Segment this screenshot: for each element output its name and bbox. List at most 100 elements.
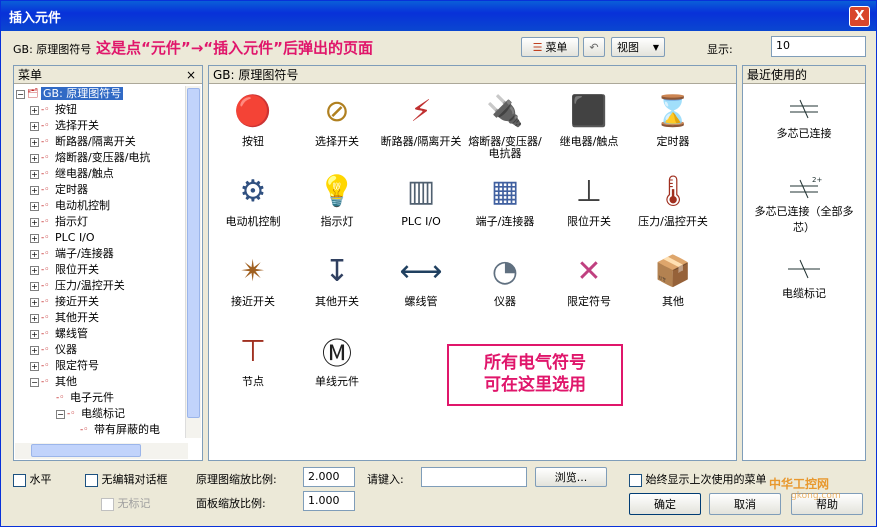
recent-item-label: 多芯已连接（全部多芯） (754, 205, 854, 234)
expand-icon[interactable]: + (30, 121, 39, 131)
expand-icon[interactable]: + (30, 169, 39, 179)
symbol-item[interactable]: ⚙ 电动机控制 (211, 168, 295, 228)
tree-root[interactable]: − 🗂 GB: 原理图符号 (16, 86, 201, 102)
scroll-thumb[interactable] (187, 88, 200, 418)
symbol-icon: Ⓜ (322, 337, 352, 372)
hscroll-thumb[interactable] (31, 444, 141, 457)
tree-item[interactable]: + -◦ 电动机控制 (16, 198, 201, 214)
close-icon[interactable]: × (186, 66, 196, 84)
expand-icon[interactable]: + (30, 185, 39, 195)
symbol-item[interactable]: ✕ 限定符号 (547, 248, 631, 308)
always-show-checkbox[interactable]: 始终显示上次使用的菜单 (629, 471, 767, 487)
tree-item[interactable]: − -◦ 电缆标记 (16, 406, 201, 422)
tree-item[interactable]: + -◦ 选择开关 (16, 118, 201, 134)
tree-item[interactable]: + -◦ 限位开关 (16, 262, 201, 278)
tree-item[interactable]: + -◦ 按钮 (16, 102, 201, 118)
tree-item[interactable]: + -◦ 接近开关 (16, 294, 201, 310)
view-dropdown[interactable]: 视图 ▼ (611, 37, 665, 57)
multicore-icon (790, 99, 818, 119)
expand-icon[interactable]: + (30, 297, 39, 307)
symbol-item[interactable]: Ⓜ 单线元件 (295, 328, 379, 388)
symbol-icon: -◦ (41, 345, 50, 355)
cancel-button[interactable]: 取消 (709, 493, 781, 515)
collapse-icon[interactable]: − (56, 409, 65, 419)
symbol-item[interactable]: 💡 指示灯 (295, 168, 379, 228)
no-edit-dialog-checkbox[interactable]: 无编辑对话框 (85, 471, 168, 487)
expand-icon[interactable]: + (30, 105, 39, 115)
recent-item-multicore-all[interactable]: 2+ 多芯已连接（全部多芯） (747, 174, 861, 235)
recent-item-cable-mark[interactable]: 电缆标记 (747, 256, 861, 301)
menu-icon: ☰ (532, 40, 543, 54)
tree-item[interactable]: + -◦ PLC I/O (16, 230, 201, 246)
expand-icon[interactable]: + (30, 265, 39, 275)
tree-item[interactable]: − -◦ 其他 (16, 374, 201, 390)
expand-icon[interactable]: + (30, 281, 39, 291)
checkbox-box[interactable] (85, 473, 98, 487)
symbol-item[interactable]: ⊤ 节点 (211, 328, 295, 388)
symbol-icon: -◦ (41, 361, 50, 371)
tree-item[interactable]: + -◦ 断路器/隔离开关 (16, 134, 201, 150)
ok-button[interactable]: 确定 (629, 493, 701, 515)
symbol-item[interactable]: 📦 其他 (631, 248, 715, 308)
tree-item[interactable]: + -◦ 其他开关 (16, 310, 201, 326)
symbol-item[interactable]: ⌛ 定时器 (631, 88, 715, 148)
symbol-item[interactable]: ▥ PLC I/O (379, 168, 463, 228)
symbol-item[interactable]: ◔ 仪器 (463, 248, 547, 308)
symbol-item[interactable]: 🔌 熔断器/变压器/电抗器 (463, 88, 547, 160)
tree-item[interactable]: + -◦ 指示灯 (16, 214, 201, 230)
checkbox-box[interactable] (13, 473, 26, 487)
expand-icon[interactable]: + (30, 217, 39, 227)
expand-icon[interactable]: + (30, 153, 39, 163)
tree-item[interactable]: + -◦ 压力/温控开关 (16, 278, 201, 294)
tree-item[interactable]: + -◦ 熔断器/变压器/电抗 (16, 150, 201, 166)
back-arrow-icon: ↶ (589, 40, 599, 54)
tree-item[interactable]: + -◦ 继电器/触点 (16, 166, 201, 182)
schematic-scale-input[interactable]: 2.000 (303, 467, 355, 487)
display-count-input[interactable]: 10 (771, 36, 866, 57)
expand-icon[interactable]: + (30, 329, 39, 339)
expand-icon[interactable]: + (30, 137, 39, 147)
menu-button[interactable]: ☰ 菜单 (521, 37, 579, 57)
back-button[interactable]: ↶ (583, 37, 605, 57)
symbol-icon: -◦ (41, 265, 50, 275)
symbol-item[interactable]: ↧ 其他开关 (295, 248, 379, 308)
expand-icon[interactable]: + (30, 361, 39, 371)
tree-vertical-scrollbar[interactable] (185, 86, 201, 438)
tree-item-label: PLC I/O (55, 231, 95, 244)
tree-item[interactable]: + -◦ 仪器 (16, 342, 201, 358)
expand-icon[interactable]: + (30, 233, 39, 243)
symbol-item[interactable]: ▦ 端子/连接器 (463, 168, 547, 228)
browse-button[interactable]: 浏览... (535, 467, 607, 487)
expand-icon[interactable]: + (30, 345, 39, 355)
expand-icon[interactable]: + (30, 201, 39, 211)
panel-scale-input[interactable]: 1.000 (303, 491, 355, 511)
symbol-item[interactable]: ✴ 接近开关 (211, 248, 295, 308)
symbol-item[interactable]: ⬛ 继电器/触点 (547, 88, 631, 148)
symbol-label: PLC I/O (401, 215, 441, 228)
tree-item-label: 限位开关 (55, 263, 99, 276)
symbol-item[interactable]: 🌡 压力/温控开关 (631, 168, 715, 228)
tree-item[interactable]: + -◦ 螺线管 (16, 326, 201, 342)
collapse-icon[interactable]: − (30, 377, 39, 387)
symbol-item[interactable]: ⟷ 螺线管 (379, 248, 463, 308)
tree-item-label: 断路器/隔离开关 (55, 135, 136, 148)
symbol-item[interactable]: 🔴 按钮 (211, 88, 295, 148)
tree-item[interactable]: + -◦ 限定符号 (16, 358, 201, 374)
symbol-item[interactable]: ⊘ 选择开关 (295, 88, 379, 148)
tree-item-label: 按钮 (55, 103, 77, 116)
tree-item[interactable]: -◦ 电子元件 (16, 390, 201, 406)
tree-horizontal-scrollbar[interactable] (15, 443, 188, 459)
checkbox-box[interactable] (629, 473, 642, 487)
enter-input[interactable] (421, 467, 527, 487)
collapse-icon[interactable]: − (16, 89, 25, 99)
expand-icon[interactable]: + (30, 249, 39, 259)
symbol-item[interactable]: ⚡ 断路器/隔离开关 (379, 88, 463, 148)
tree-item[interactable]: + -◦ 端子/连接器 (16, 246, 201, 262)
tree-item[interactable]: -◦ 带有屏蔽的电 (16, 422, 201, 438)
recent-item-multicore[interactable]: 多芯已连接 (747, 96, 861, 141)
tree-item[interactable]: + -◦ 定时器 (16, 182, 201, 198)
horizontal-checkbox[interactable]: 水平 (13, 471, 52, 487)
close-button[interactable]: X (849, 6, 870, 27)
symbol-item[interactable]: ⊥ 限位开关 (547, 168, 631, 228)
expand-icon[interactable]: + (30, 313, 39, 323)
